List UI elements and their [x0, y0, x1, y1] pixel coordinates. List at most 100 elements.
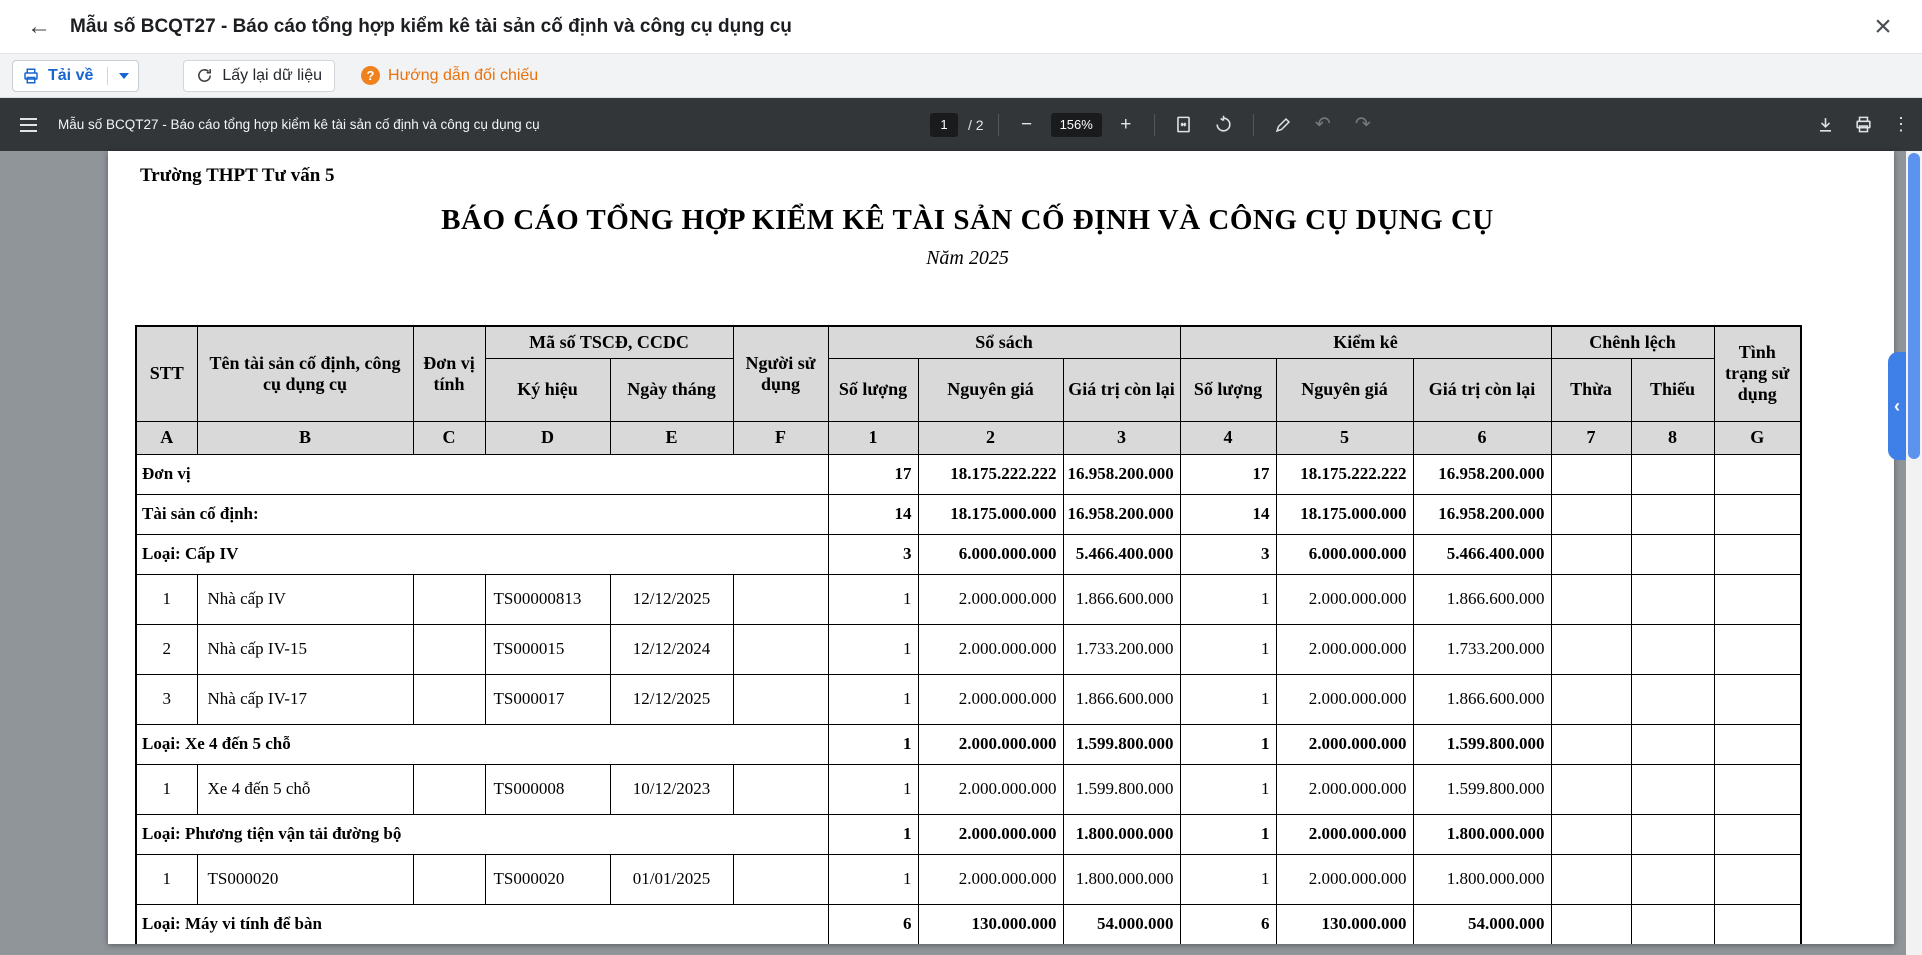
- column-letter-cell: F: [733, 421, 828, 454]
- table-cell: 2: [136, 624, 197, 674]
- chevron-left-icon: ‹: [1894, 396, 1900, 417]
- table-cell: [733, 574, 828, 624]
- table-cell: 54.000.000: [1413, 904, 1551, 944]
- table-cell: [1631, 624, 1714, 674]
- table-cell: 17: [828, 454, 918, 494]
- table-cell: 1: [1180, 854, 1276, 904]
- col-header-unit: Đơn vị tính: [413, 326, 485, 421]
- vertical-scrollbar[interactable]: [1906, 151, 1922, 955]
- summary-row: Loại: Máy vi tính để bàn6130.000.00054.0…: [136, 904, 1801, 944]
- table-cell: 16.958.200.000: [1413, 454, 1551, 494]
- table-cell: [1551, 854, 1631, 904]
- table-cell: 1: [1180, 574, 1276, 624]
- table-cell: 3: [828, 534, 918, 574]
- comparison-guide-link[interactable]: ? Hướng dẫn đối chiếu: [361, 66, 538, 85]
- table-cell: Nhà cấp IV: [197, 574, 413, 624]
- scrollbar-thumb[interactable]: [1908, 153, 1920, 459]
- header-row-1: STT Tên tài sản cố định, công cụ dụng cụ…: [136, 326, 1801, 358]
- redo-icon[interactable]: ↷: [1348, 110, 1378, 140]
- table-cell: [1631, 494, 1714, 534]
- table-cell: 1.800.000.000: [1413, 854, 1551, 904]
- table-cell: 1.800.000.000: [1063, 854, 1180, 904]
- table-cell: 1.599.800.000: [1413, 764, 1551, 814]
- column-letter-cell: 3: [1063, 421, 1180, 454]
- toolbar-divider: [1253, 114, 1254, 136]
- table-cell: [1631, 904, 1714, 944]
- col-header-surplus: Thừa: [1551, 358, 1631, 421]
- summary-row: Tài sản cố định:1418.175.000.00016.958.2…: [136, 494, 1801, 534]
- table-cell: [1714, 534, 1801, 574]
- table-cell: [413, 674, 485, 724]
- table-cell: 17: [1180, 454, 1276, 494]
- asset-row: 1Xe 4 đến 5 chỗTS00000810/12/202312.000.…: [136, 764, 1801, 814]
- chevron-down-icon[interactable]: [119, 73, 129, 79]
- rotate-icon[interactable]: [1209, 110, 1239, 140]
- table-cell: [1551, 814, 1631, 854]
- back-icon[interactable]: ←: [20, 8, 58, 46]
- table-cell: 1.733.200.000: [1063, 624, 1180, 674]
- panel-collapse-tab[interactable]: ‹: [1888, 352, 1906, 460]
- table-cell: 2.000.000.000: [918, 854, 1063, 904]
- annotate-pen-icon[interactable]: [1268, 110, 1298, 140]
- column-letter-cell: A: [136, 421, 197, 454]
- page-count-label: / 2: [968, 117, 984, 133]
- organization-name: Trường THPT Tư vấn 5: [140, 163, 1894, 189]
- table-cell: 1: [136, 574, 197, 624]
- table-cell: [1714, 724, 1801, 764]
- column-letter-cell: C: [413, 421, 485, 454]
- table-cell: 1.599.800.000: [1413, 724, 1551, 764]
- fit-page-icon[interactable]: [1169, 110, 1199, 140]
- table-cell: TS000015: [485, 624, 610, 674]
- asset-row: 3Nhà cấp IV-17TS00001712/12/202512.000.0…: [136, 674, 1801, 724]
- button-divider: [107, 67, 108, 85]
- table-cell: 12/12/2025: [610, 574, 733, 624]
- col-header-code-group: Mã số TSCĐ, CCDC: [485, 326, 733, 358]
- toolbar-divider: [998, 114, 999, 136]
- column-letters-row: ABCDEF12345678G: [136, 421, 1801, 454]
- toolbar-divider: [1154, 114, 1155, 136]
- download-report-button[interactable]: Tải về: [12, 60, 139, 92]
- table-cell: [1631, 574, 1714, 624]
- table-cell: [1631, 724, 1714, 764]
- undo-icon[interactable]: ↶: [1308, 110, 1338, 140]
- table-cell: TS000020: [197, 854, 413, 904]
- window-titlebar: ← Mẫu số BCQT27 - Báo cáo tổng hợp kiểm …: [0, 0, 1922, 54]
- table-cell: [1551, 454, 1631, 494]
- report-year: Năm 2025: [135, 245, 1800, 271]
- column-letter-cell: 1: [828, 421, 918, 454]
- table-cell: [1551, 494, 1631, 534]
- question-icon: ?: [361, 66, 380, 85]
- table-cell: 1: [1180, 724, 1276, 764]
- table-cell: [733, 764, 828, 814]
- table-cell: 1.866.600.000: [1413, 674, 1551, 724]
- zoom-level[interactable]: 156%: [1051, 113, 1102, 137]
- print-icon[interactable]: [1848, 110, 1878, 140]
- zoom-in-button[interactable]: +: [1112, 111, 1140, 139]
- download-icon[interactable]: [1810, 110, 1840, 140]
- page-number-input[interactable]: 1: [930, 113, 958, 137]
- table-cell: Loại: Máy vi tính để bàn: [136, 904, 828, 944]
- col-header-code-date: Ngày tháng: [610, 358, 733, 421]
- more-options-icon[interactable]: ⋮: [1886, 110, 1916, 140]
- column-letter-cell: E: [610, 421, 733, 454]
- table-cell: 6: [1180, 904, 1276, 944]
- table-cell: 12/12/2025: [610, 674, 733, 724]
- table-cell: 5.466.400.000: [1063, 534, 1180, 574]
- column-letter-cell: 6: [1413, 421, 1551, 454]
- table-cell: [1631, 454, 1714, 494]
- table-cell: 1: [828, 574, 918, 624]
- refresh-icon: [196, 67, 213, 84]
- close-icon[interactable]: ×: [1864, 8, 1902, 46]
- table-cell: 2.000.000.000: [1276, 624, 1413, 674]
- table-cell: [1714, 904, 1801, 944]
- table-cell: 1: [828, 764, 918, 814]
- refresh-data-button[interactable]: Lấy lại dữ liệu: [183, 60, 335, 92]
- zoom-out-button[interactable]: −: [1013, 111, 1041, 139]
- table-cell: [1551, 574, 1631, 624]
- menu-icon[interactable]: [8, 105, 48, 145]
- table-cell: 1.599.800.000: [1063, 764, 1180, 814]
- table-cell: TS000020: [485, 854, 610, 904]
- asset-row: 1Nhà cấp IVTS0000081312/12/202512.000.00…: [136, 574, 1801, 624]
- table-cell: 1: [828, 724, 918, 764]
- pdf-controls: 1 / 2 − 156% + ↶ ↷: [930, 98, 1378, 151]
